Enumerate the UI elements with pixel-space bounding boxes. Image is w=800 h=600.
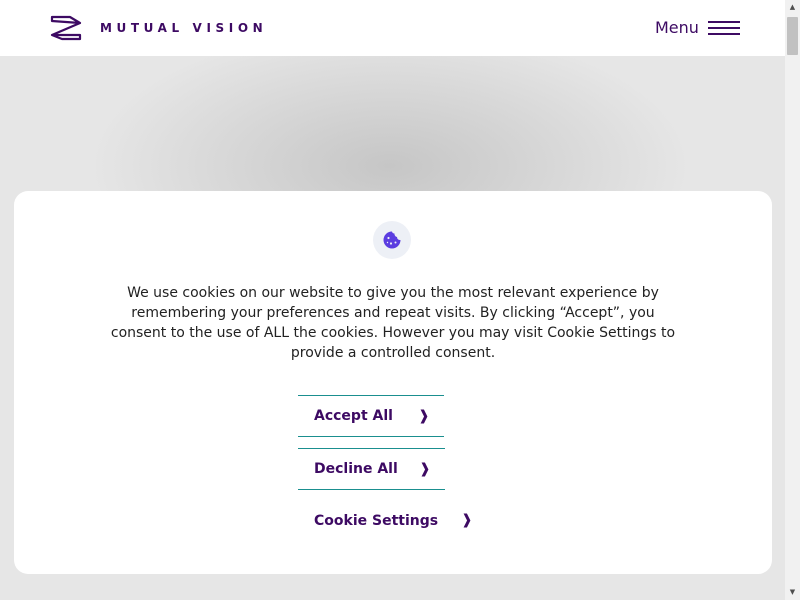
cookie-settings-label: Cookie Settings xyxy=(314,513,439,529)
site-header: MUTUAL VISION Menu xyxy=(0,0,785,56)
hamburger-icon xyxy=(707,20,740,35)
logo-mark-icon xyxy=(50,15,82,41)
cookie-icon xyxy=(383,231,401,249)
scrollbar-thumb[interactable] xyxy=(787,17,798,55)
chevron-right-icon: ❱ xyxy=(418,408,430,424)
brand-name: MUTUAL VISION xyxy=(100,21,268,35)
cookie-icon-badge xyxy=(373,221,411,259)
cookie-settings-button[interactable]: Cookie Settings ❱ xyxy=(298,500,488,542)
site-logo[interactable]: MUTUAL VISION xyxy=(50,15,267,41)
decline-all-button[interactable]: Decline All ❱ xyxy=(298,448,445,490)
menu-label: Menu xyxy=(655,18,699,37)
cookie-consent-message: We use cookies on our website to give yo… xyxy=(110,285,676,361)
page-scrollbar[interactable]: ▲ ▼ xyxy=(785,0,800,600)
scroll-down-arrow-icon[interactable]: ▼ xyxy=(785,585,800,600)
decline-all-label: Decline All xyxy=(314,461,398,477)
scroll-up-arrow-icon[interactable]: ▲ xyxy=(785,0,800,15)
menu-button[interactable]: Menu xyxy=(655,18,740,37)
chevron-right-icon: ❱ xyxy=(419,461,431,477)
cookie-consent-modal: We use cookies on our website to give yo… xyxy=(14,191,772,574)
chevron-right-icon: ❱ xyxy=(461,512,473,528)
accept-all-button[interactable]: Accept All ❱ xyxy=(298,395,444,437)
accept-all-label: Accept All xyxy=(314,408,393,424)
